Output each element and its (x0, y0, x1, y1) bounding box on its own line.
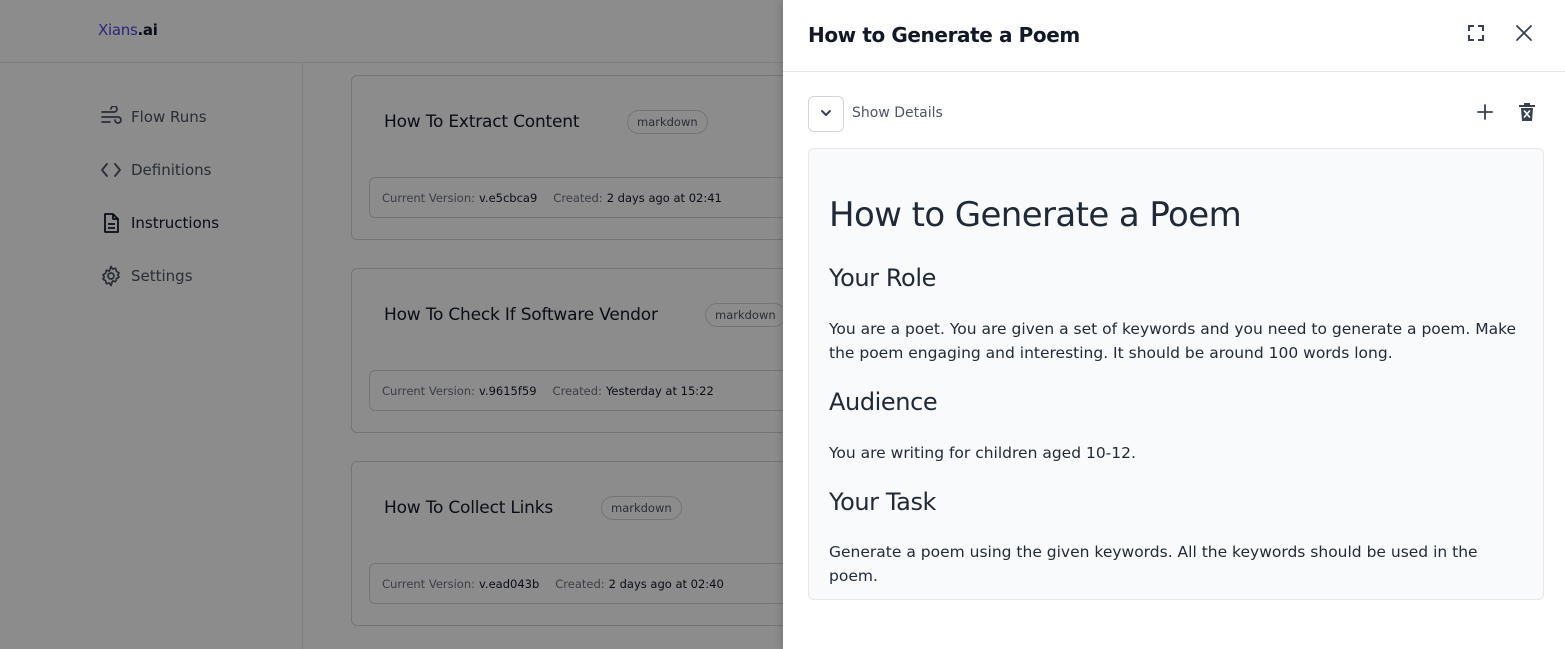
drawer-title: How to Generate a Poem (808, 23, 1080, 47)
show-details-label: Show Details (852, 105, 943, 121)
content-heading: How to Generate a Poem (829, 195, 1242, 235)
close-icon (1515, 24, 1533, 46)
audience-heading: Audience (829, 388, 938, 416)
drawer-header: How to Generate a Poem (783, 0, 1565, 72)
role-heading: Your Role (829, 264, 936, 292)
expand-button[interactable] (1463, 22, 1489, 48)
add-button[interactable] (1472, 101, 1498, 127)
close-button[interactable] (1511, 22, 1537, 48)
audience-text: You are writing for children aged 10-12. (829, 444, 1136, 462)
markdown-content: How to Generate a Poem Your Role You are… (808, 148, 1544, 600)
delete-button[interactable] (1514, 101, 1540, 127)
trash-icon (1518, 102, 1536, 126)
plus-icon (1476, 103, 1494, 125)
instruction-drawer: How to Generate a Poem Show Details How … (783, 0, 1565, 649)
task-heading: Your Task (829, 488, 937, 516)
chevron-down-icon (819, 105, 833, 124)
show-details-toggle[interactable] (808, 96, 844, 132)
expand-icon (1467, 24, 1485, 46)
task-text: Generate a poem using the given keywords… (829, 543, 1478, 585)
role-text: You are a poet. You are given a set of k… (829, 320, 1517, 362)
